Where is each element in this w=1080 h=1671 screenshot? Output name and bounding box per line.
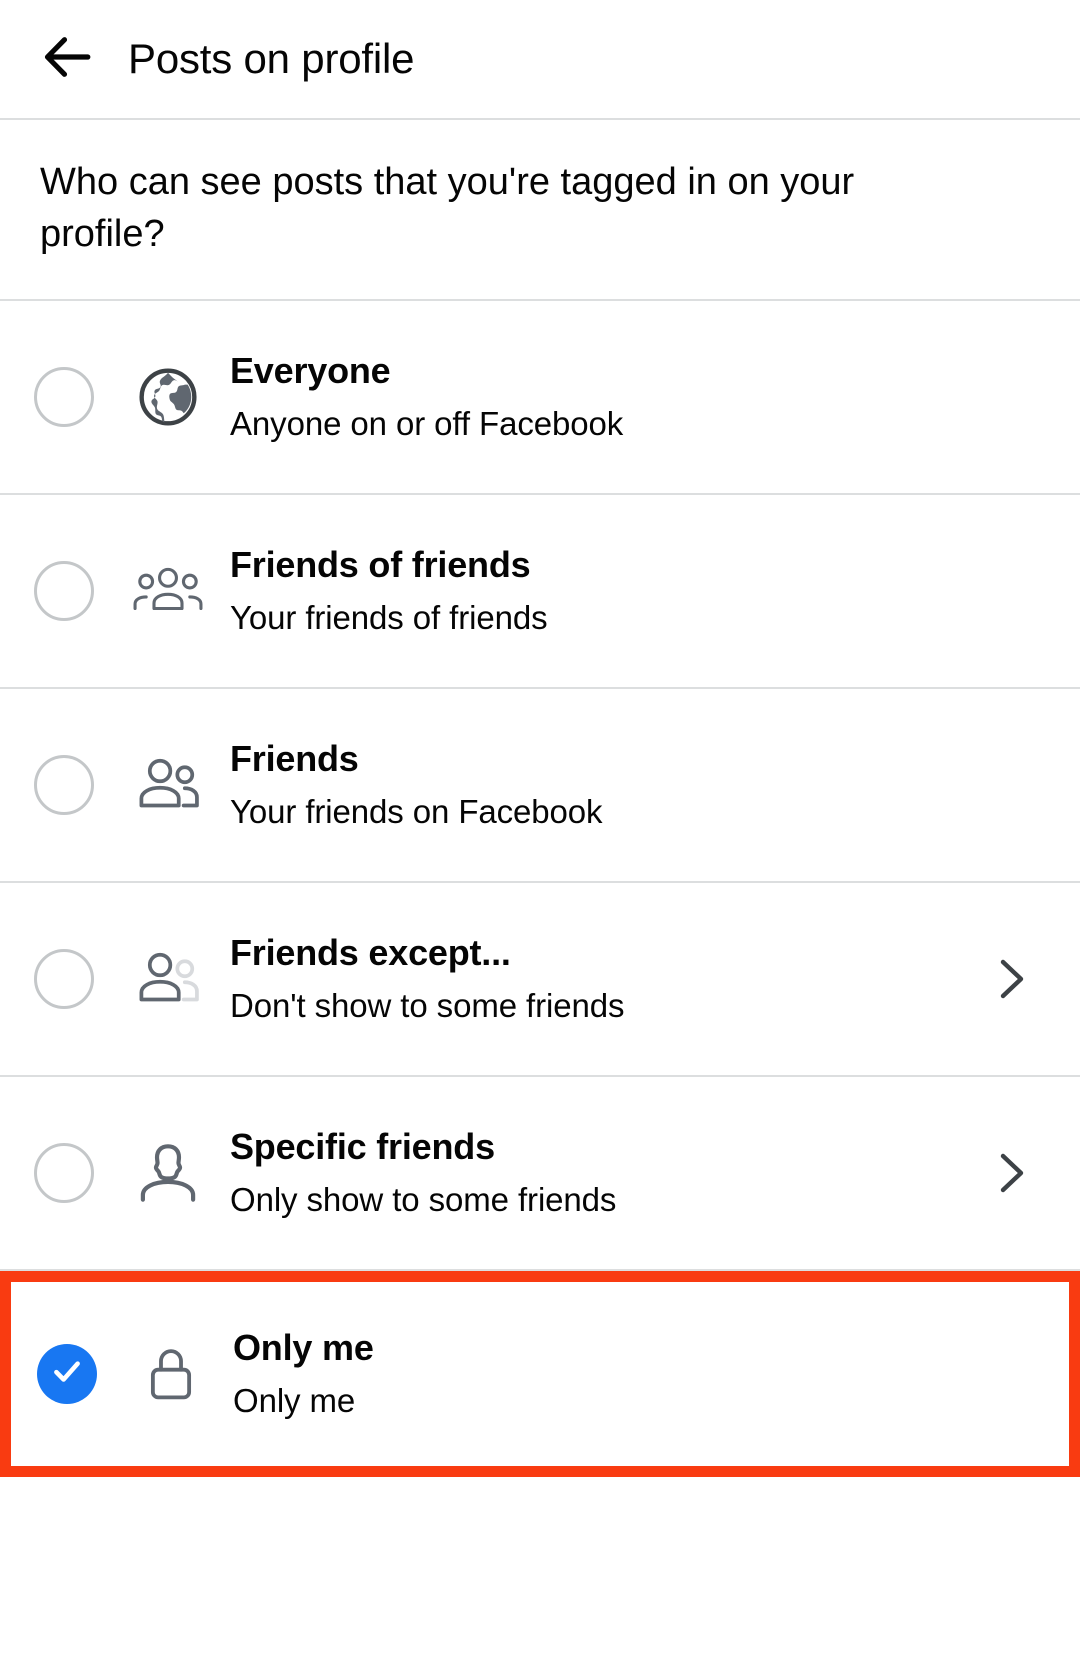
audience-options-list: Everyone Anyone on or off Facebook Frien… [0, 300, 1080, 1477]
option-row-only-me[interactable]: Only me Only me [0, 1270, 1080, 1477]
option-subtitle: Only me [233, 1381, 356, 1419]
radio-specific-friends[interactable] [34, 1142, 94, 1203]
option-row-specific-friends[interactable]: Specific friends Only show to some frien… [0, 1076, 1080, 1271]
two-people-icon [128, 745, 208, 825]
radio-everyone[interactable] [34, 366, 94, 427]
check-icon [50, 1354, 84, 1393]
option-text-everyone: Everyone Anyone on or off Facebook [230, 348, 964, 446]
app-header: Posts on profile [0, 0, 1080, 120]
page-title: Posts on profile [128, 35, 415, 82]
question-section: Who can see posts that you're tagged in … [0, 120, 1080, 301]
single-person-icon [128, 1133, 208, 1213]
option-title: Friends except... [230, 931, 511, 973]
option-title: Specific friends [230, 1125, 495, 1167]
option-title: Everyone [230, 349, 391, 391]
lock-icon [131, 1334, 211, 1414]
option-row-friends[interactable]: Friends Your friends on Facebook [0, 688, 1080, 883]
question-text: Who can see posts that you're tagged in … [40, 161, 855, 256]
option-row-friends-except[interactable]: Friends except... Don't show to some fri… [0, 882, 1080, 1077]
option-subtitle: Don't show to some friends [230, 986, 625, 1024]
option-subtitle: Your friends on Facebook [230, 792, 603, 830]
option-row-friends-of-friends[interactable]: Friends of friends Your friends of frien… [0, 494, 1080, 689]
option-row-everyone[interactable]: Everyone Anyone on or off Facebook [0, 300, 1080, 495]
radio-friends[interactable] [34, 754, 94, 815]
radio-only-me[interactable] [37, 1343, 97, 1404]
option-subtitle: Only show to some friends [230, 1180, 617, 1218]
option-subtitle: Your friends of friends [230, 598, 548, 636]
friends-except-icon [128, 939, 208, 1019]
option-text-friends: Friends Your friends on Facebook [230, 736, 964, 834]
radio-friends-of-friends[interactable] [34, 560, 94, 621]
back-button[interactable] [36, 27, 100, 91]
radio-friends-except[interactable] [34, 948, 94, 1009]
globe-icon [128, 357, 208, 437]
chevron-right-icon[interactable] [980, 1143, 1040, 1203]
option-title: Friends of friends [230, 543, 531, 585]
option-title: Only me [233, 1326, 374, 1368]
chevron-right-icon[interactable] [980, 949, 1040, 1009]
option-subtitle: Anyone on or off Facebook [230, 404, 624, 442]
option-text-only-me: Only me Only me [233, 1325, 953, 1423]
privacy-audience-screen: Posts on profile Who can see posts that … [0, 0, 1080, 1671]
option-text-friends-of-friends: Friends of friends Your friends of frien… [230, 542, 964, 640]
three-people-icon [128, 551, 208, 631]
option-title: Friends [230, 737, 359, 779]
option-text-friends-except: Friends except... Don't show to some fri… [230, 930, 964, 1028]
arrow-left-icon [40, 29, 96, 90]
option-text-specific-friends: Specific friends Only show to some frien… [230, 1124, 964, 1222]
